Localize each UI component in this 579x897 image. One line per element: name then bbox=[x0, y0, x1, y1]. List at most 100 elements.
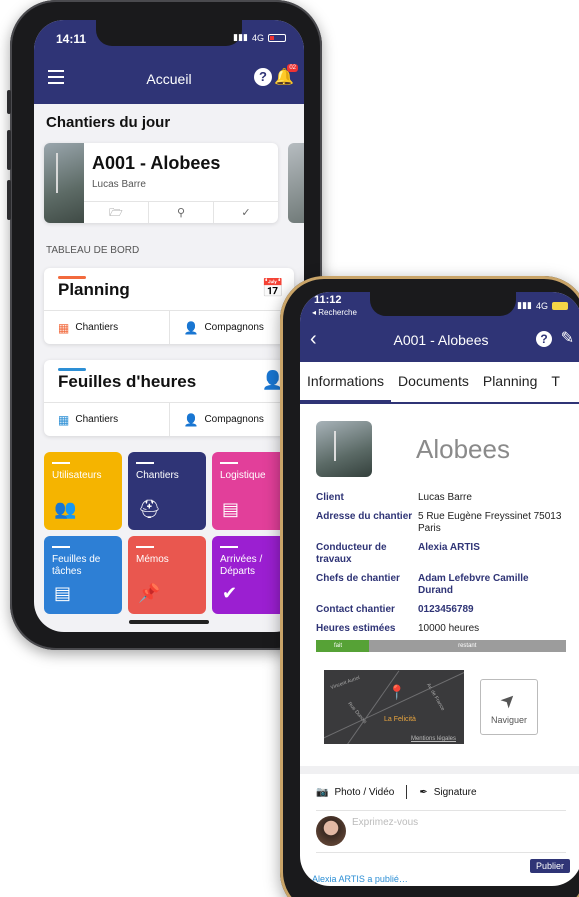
planning-accent bbox=[58, 276, 86, 279]
help-icon[interactable]: ? bbox=[254, 68, 272, 86]
home-indicator[interactable] bbox=[129, 620, 209, 624]
pen-icon[interactable]: ✒ bbox=[419, 787, 427, 798]
feuilles-compagnons-label: Compagnons bbox=[204, 414, 264, 425]
module-grid: Utilisateurs 👥 Chantiers ⛑ Logistique ▤ Feu… bbox=[44, 452, 294, 614]
building-icon: ▦ bbox=[58, 320, 70, 335]
feuilles-title: Feuilles d'heures bbox=[58, 372, 197, 391]
info-label: Contact chantier bbox=[316, 604, 395, 615]
info-value: Lucas Barre bbox=[418, 492, 472, 503]
menu-icon[interactable] bbox=[48, 70, 64, 84]
folder-icon[interactable]: 🗁 bbox=[84, 202, 149, 223]
edit-icon[interactable]: ✎ bbox=[561, 328, 574, 348]
signature-button[interactable]: Signature bbox=[434, 787, 477, 798]
tab-planning[interactable]: Planning bbox=[476, 362, 545, 402]
tab-informations[interactable]: Informations bbox=[300, 362, 392, 402]
tab-more[interactable]: T bbox=[544, 362, 567, 402]
helmet-icon: ⛑ bbox=[138, 499, 161, 519]
status-bar: ▮▮▮ 4G bbox=[517, 300, 568, 311]
battery-icon bbox=[552, 301, 568, 310]
planning-compagnons-button[interactable]: 👤 Compagnons bbox=[170, 311, 295, 344]
info-row: Chefs de chantier Adam Lefebvre Camille D… bbox=[316, 573, 566, 597]
tile-arrivees-departs[interactable]: Arrivées / Départs ✔ bbox=[212, 536, 290, 614]
tile-memos[interactable]: Mémos 📌 bbox=[128, 536, 206, 614]
info-value: 10000 heures bbox=[418, 623, 480, 634]
tile-logistique[interactable]: Logistique ▤ bbox=[212, 452, 290, 530]
chantier-carousel[interactable]: A001 - Alobees Lucas Barre 🗁 ⚲ ✓ bbox=[44, 143, 304, 223]
tile-label: Arrivées / Départs bbox=[220, 554, 263, 577]
notification-bell-icon[interactable]: 🔔 02 bbox=[274, 64, 298, 87]
client-name: Alobees bbox=[416, 433, 510, 464]
info-row: Conducteur de travaux Alexia ARTIS bbox=[316, 542, 566, 566]
navbar: ‹ A001 - Alobees ? ✎ bbox=[300, 326, 579, 356]
notch bbox=[370, 292, 516, 316]
section-title: Chantiers du jour bbox=[46, 114, 171, 131]
info-list: Client Lucas Barre Adresse du chantier 5 R… bbox=[316, 492, 566, 652]
info-value[interactable]: 0123456789 bbox=[418, 604, 566, 616]
person-icon: 👤 bbox=[183, 412, 199, 427]
next-chantier-card[interactable] bbox=[288, 143, 304, 223]
signal-icon: ▮▮▮ bbox=[517, 300, 532, 310]
detail-body: Alobees Client Lucas Barre Adresse du cha… bbox=[300, 404, 579, 873]
phone-home: 14:11 ▮▮▮ 4G Accueil ? 🔔 02 Chantiers du … bbox=[7, 0, 322, 650]
volume-up-button bbox=[7, 130, 11, 170]
info-value[interactable]: Alexia ARTIS bbox=[418, 542, 566, 566]
divider bbox=[316, 852, 566, 853]
feuilles-card[interactable]: Feuilles d'heures 👤 ▦ Chantiers 👤 Compagno… bbox=[44, 360, 294, 436]
pin-icon: 📌 bbox=[138, 583, 161, 603]
info-value[interactable]: 5 Rue Eugène Freyssinet 75013 Paris bbox=[418, 511, 566, 535]
tile-feuilles-taches[interactable]: Feuilles de tâches ▤ bbox=[44, 536, 122, 614]
chantier-card[interactable]: A001 - Alobees Lucas Barre 🗁 ⚲ ✓ bbox=[44, 143, 278, 223]
navbar: Accueil ? 🔔 02 bbox=[34, 64, 304, 94]
tab-documents[interactable]: Documents bbox=[391, 362, 476, 402]
navigate-button[interactable]: ➤ Naviguer bbox=[480, 679, 538, 735]
photo-video-button[interactable]: Photo / Vidéo bbox=[334, 787, 394, 798]
progress-done: fait bbox=[316, 640, 369, 652]
post-input[interactable]: Exprimez-vous bbox=[352, 817, 418, 828]
dolly-icon: ▤ bbox=[222, 499, 240, 519]
hours-progress-bar: fait restant bbox=[316, 640, 566, 652]
post-composer: Exprimez-vous bbox=[316, 810, 566, 850]
planning-chantiers-button[interactable]: ▦ Chantiers bbox=[44, 311, 170, 344]
header: 14:11 ▮▮▮ 4G Accueil ? 🔔 02 bbox=[34, 20, 304, 104]
phone-detail: 11:12 ◂ Recherche ▮▮▮ 4G ‹ A001 - Alobee… bbox=[280, 276, 579, 897]
map-legal-link[interactable]: Mentions légales bbox=[411, 736, 456, 742]
notification-badge: 02 bbox=[287, 64, 298, 72]
tile-utilisateurs[interactable]: Utilisateurs 👥 bbox=[44, 452, 122, 530]
feuilles-chantiers-label: Chantiers bbox=[75, 414, 119, 425]
info-label: Chefs de chantier bbox=[316, 573, 400, 584]
tile-label: Utilisateurs bbox=[52, 470, 102, 481]
page-title: Accueil bbox=[146, 71, 192, 87]
help-icon[interactable]: ? bbox=[536, 331, 552, 347]
street-label: Vincent Auriol bbox=[329, 674, 361, 692]
home-screen: 14:11 ▮▮▮ 4G Accueil ? 🔔 02 Chantiers du … bbox=[34, 20, 304, 632]
planning-card[interactable]: Planning 📅 ▦ Chantiers 👤 Compagnons bbox=[44, 268, 294, 344]
pin-icon[interactable]: ⚲ bbox=[149, 202, 214, 223]
tile-label: Feuilles de tâches bbox=[52, 554, 101, 577]
check-icon[interactable]: ✓ bbox=[214, 202, 278, 223]
map-view[interactable]: Vincent Auriol Rue Dunois Av. de France … bbox=[324, 670, 464, 744]
street-label: Rue Dunois bbox=[346, 701, 368, 725]
info-value[interactable]: Adam Lefebvre Camille Durand bbox=[418, 573, 566, 597]
chantier-actions: 🗁 ⚲ ✓ bbox=[84, 201, 278, 223]
street-label: Av. de France bbox=[425, 682, 446, 712]
dashboard-label: TABLEAU DE BORD bbox=[46, 245, 140, 256]
location-row: Vincent Auriol Rue Dunois Av. de France … bbox=[316, 670, 566, 744]
planning-compagnons-label: Compagnons bbox=[204, 322, 264, 333]
header: 11:12 ◂ Recherche ▮▮▮ 4G ‹ A001 - Alobee… bbox=[300, 292, 579, 404]
info-row: Adresse du chantier 5 Rue Eugène Freyssin… bbox=[316, 511, 566, 535]
tile-chantiers[interactable]: Chantiers ⛑ bbox=[128, 452, 206, 530]
planning-title: Planning bbox=[58, 280, 130, 299]
status-time: 14:11 bbox=[56, 32, 87, 46]
planning-links: ▦ Chantiers 👤 Compagnons bbox=[44, 310, 294, 344]
chantier-person: Lucas Barre bbox=[92, 179, 146, 190]
back-to-search[interactable]: ◂ Recherche bbox=[312, 308, 357, 317]
feuilles-compagnons-button[interactable]: 👤 Compagnons bbox=[170, 403, 295, 436]
publish-button[interactable]: Publier bbox=[529, 859, 570, 873]
client-header: Alobees bbox=[316, 418, 566, 480]
chantier-photo bbox=[44, 143, 84, 223]
camera-icon[interactable]: 📷 bbox=[316, 787, 328, 798]
info-label: Client bbox=[316, 492, 344, 503]
chantier-photo bbox=[316, 421, 372, 477]
status-time: 11:12 bbox=[314, 294, 342, 306]
feuilles-chantiers-button[interactable]: ▦ Chantiers bbox=[44, 403, 170, 436]
